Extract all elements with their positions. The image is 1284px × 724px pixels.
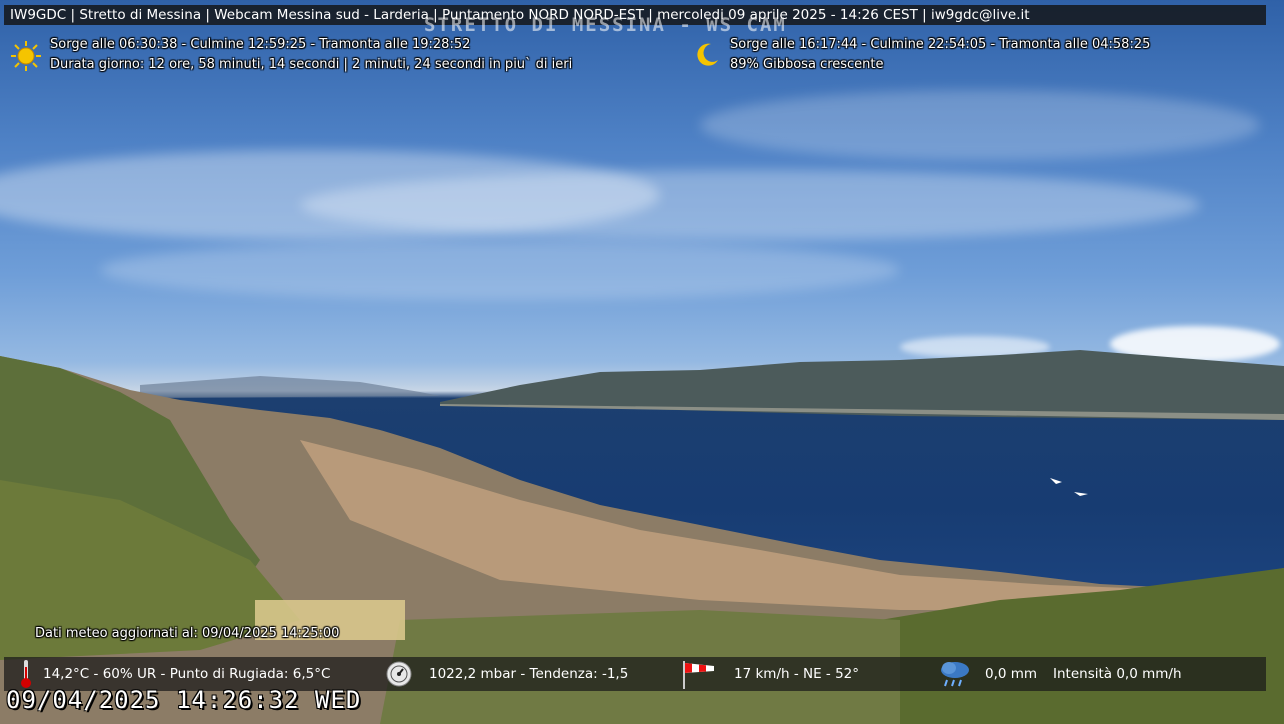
crescent-moon-icon — [697, 43, 718, 66]
pressure-value: 1022,2 mbar - Tendenza: -1,5 — [429, 666, 629, 682]
meteo-updated: Dati meteo aggiornati al: 09/04/2025 14:… — [35, 626, 340, 641]
moon-phase: 89% Gibbosa crescente — [730, 57, 884, 72]
sun-times: Sorge alle 06:30:38 - Culmine 12:59:25 -… — [50, 37, 471, 52]
rain-rate-value: Intensità 0,0 mm/h — [1053, 666, 1182, 682]
rain-cloud-icon — [941, 662, 969, 687]
ghost-watermark: STRETTO DI MESSINA - WS CAM — [424, 14, 787, 36]
moon-times: Sorge alle 16:17:44 - Culmine 22:54:05 -… — [730, 37, 1151, 52]
timestamp-clock: 09/04/2025 14:26:32 WED — [6, 686, 362, 714]
thermometer-icon — [21, 660, 31, 688]
sun-icon — [11, 41, 41, 71]
rain-value: 0,0 mm — [985, 666, 1038, 682]
windsock-icon — [683, 661, 714, 689]
wind-value: 17 km/h - NE - 52° — [734, 666, 860, 682]
landscape — [0, 350, 1284, 724]
day-length: Durata giorno: 12 ore, 58 minuti, 14 sec… — [50, 57, 573, 72]
barometer-icon — [386, 661, 412, 687]
webcam-frame: IW9GDC | Stretto di Messina | Webcam Mes… — [0, 0, 1284, 724]
temperature-value: 14,2°C - 60% UR - Punto di Rugiada: 6,5°… — [43, 666, 331, 682]
